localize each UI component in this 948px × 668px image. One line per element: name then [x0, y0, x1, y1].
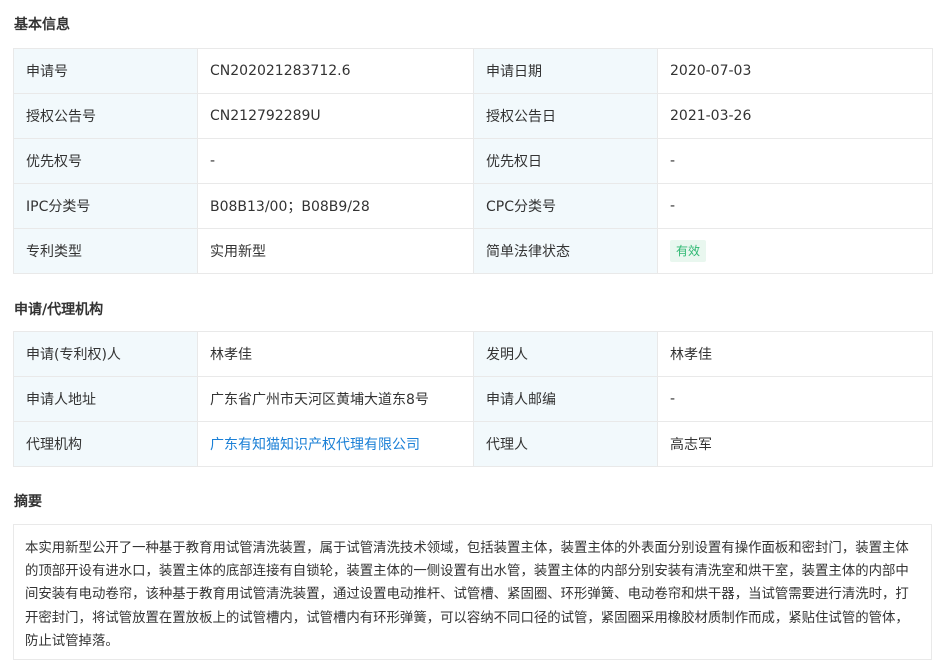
- table-row: 授权公告号 CN212792289U 授权公告日 2021-03-26: [13, 93, 933, 139]
- legal-status-cell: 有效: [657, 228, 933, 274]
- basic-info-table: 申请号 CN202021283712.6 申请日期 2020-07-03 授权公…: [13, 48, 933, 274]
- agency-table: 申请(专利权)人 林孝佳 发明人 林孝佳 申请人地址 广东省广州市天河区黄埔大道…: [13, 331, 933, 467]
- priority-number-value: -: [197, 138, 474, 184]
- grant-number-label: 授权公告号: [13, 93, 198, 139]
- table-row: 申请人地址 广东省广州市天河区黄埔大道东8号 申请人邮编 -: [13, 376, 933, 422]
- table-row: 申请号 CN202021283712.6 申请日期 2020-07-03: [13, 48, 933, 94]
- applicant-postcode-value: -: [657, 376, 933, 422]
- grant-number-value: CN212792289U: [197, 93, 474, 139]
- grant-date-value: 2021-03-26: [657, 93, 933, 139]
- agent-label: 代理人: [473, 421, 658, 467]
- grant-date-label: 授权公告日: [473, 93, 658, 139]
- table-row: IPC分类号 B08B13/00；B08B9/28 CPC分类号 -: [13, 183, 933, 229]
- agency-cell: 广东有知猫知识产权代理有限公司: [197, 421, 474, 467]
- agency-link[interactable]: 广东有知猫知识产权代理有限公司: [210, 437, 420, 453]
- application-number-value: CN202021283712.6: [197, 48, 474, 94]
- applicant-label: 申请(专利权)人: [13, 331, 198, 377]
- abstract-text: 本实用新型公开了一种基于教育用试管清洗装置，属于试管清洗技术领域，包括装置主体，…: [25, 541, 909, 649]
- inventor-value: 林孝佳: [657, 331, 933, 377]
- priority-date-label: 优先权日: [473, 138, 658, 184]
- table-row: 专利类型 实用新型 简单法律状态 有效: [13, 228, 933, 274]
- cpc-label: CPC分类号: [473, 183, 658, 229]
- abstract-title: 摘要: [14, 494, 42, 510]
- legal-status-label: 简单法律状态: [473, 228, 658, 274]
- ipc-label: IPC分类号: [13, 183, 198, 229]
- application-date-label: 申请日期: [473, 48, 658, 94]
- application-number-label: 申请号: [13, 48, 198, 94]
- agency-title: 申请/代理机构: [14, 302, 104, 318]
- patent-type-label: 专利类型: [13, 228, 198, 274]
- table-row: 优先权号 - 优先权日 -: [13, 138, 933, 184]
- abstract-box: 本实用新型公开了一种基于教育用试管清洗装置，属于试管清洗技术领域，包括装置主体，…: [13, 524, 932, 660]
- applicant-address-value: 广东省广州市天河区黄埔大道东8号: [197, 376, 474, 422]
- status-badge: 有效: [670, 240, 707, 262]
- application-date-value: 2020-07-03: [657, 48, 933, 94]
- table-row: 申请(专利权)人 林孝佳 发明人 林孝佳: [13, 331, 933, 377]
- applicant-postcode-label: 申请人邮编: [473, 376, 658, 422]
- priority-date-value: -: [657, 138, 933, 184]
- patent-type-value: 实用新型: [197, 228, 474, 274]
- inventor-label: 发明人: [473, 331, 658, 377]
- patent-detail-page: 基本信息 申请号 CN202021283712.6 申请日期 2020-07-0…: [0, 0, 948, 668]
- basic-info-title: 基本信息: [14, 17, 70, 33]
- applicant-address-label: 申请人地址: [13, 376, 198, 422]
- agent-value: 高志军: [657, 421, 933, 467]
- ipc-value: B08B13/00；B08B9/28: [197, 183, 474, 229]
- agency-label: 代理机构: [13, 421, 198, 467]
- cpc-value: -: [657, 183, 933, 229]
- table-row: 代理机构 广东有知猫知识产权代理有限公司 代理人 高志军: [13, 421, 933, 467]
- applicant-value: 林孝佳: [197, 331, 474, 377]
- priority-number-label: 优先权号: [13, 138, 198, 184]
